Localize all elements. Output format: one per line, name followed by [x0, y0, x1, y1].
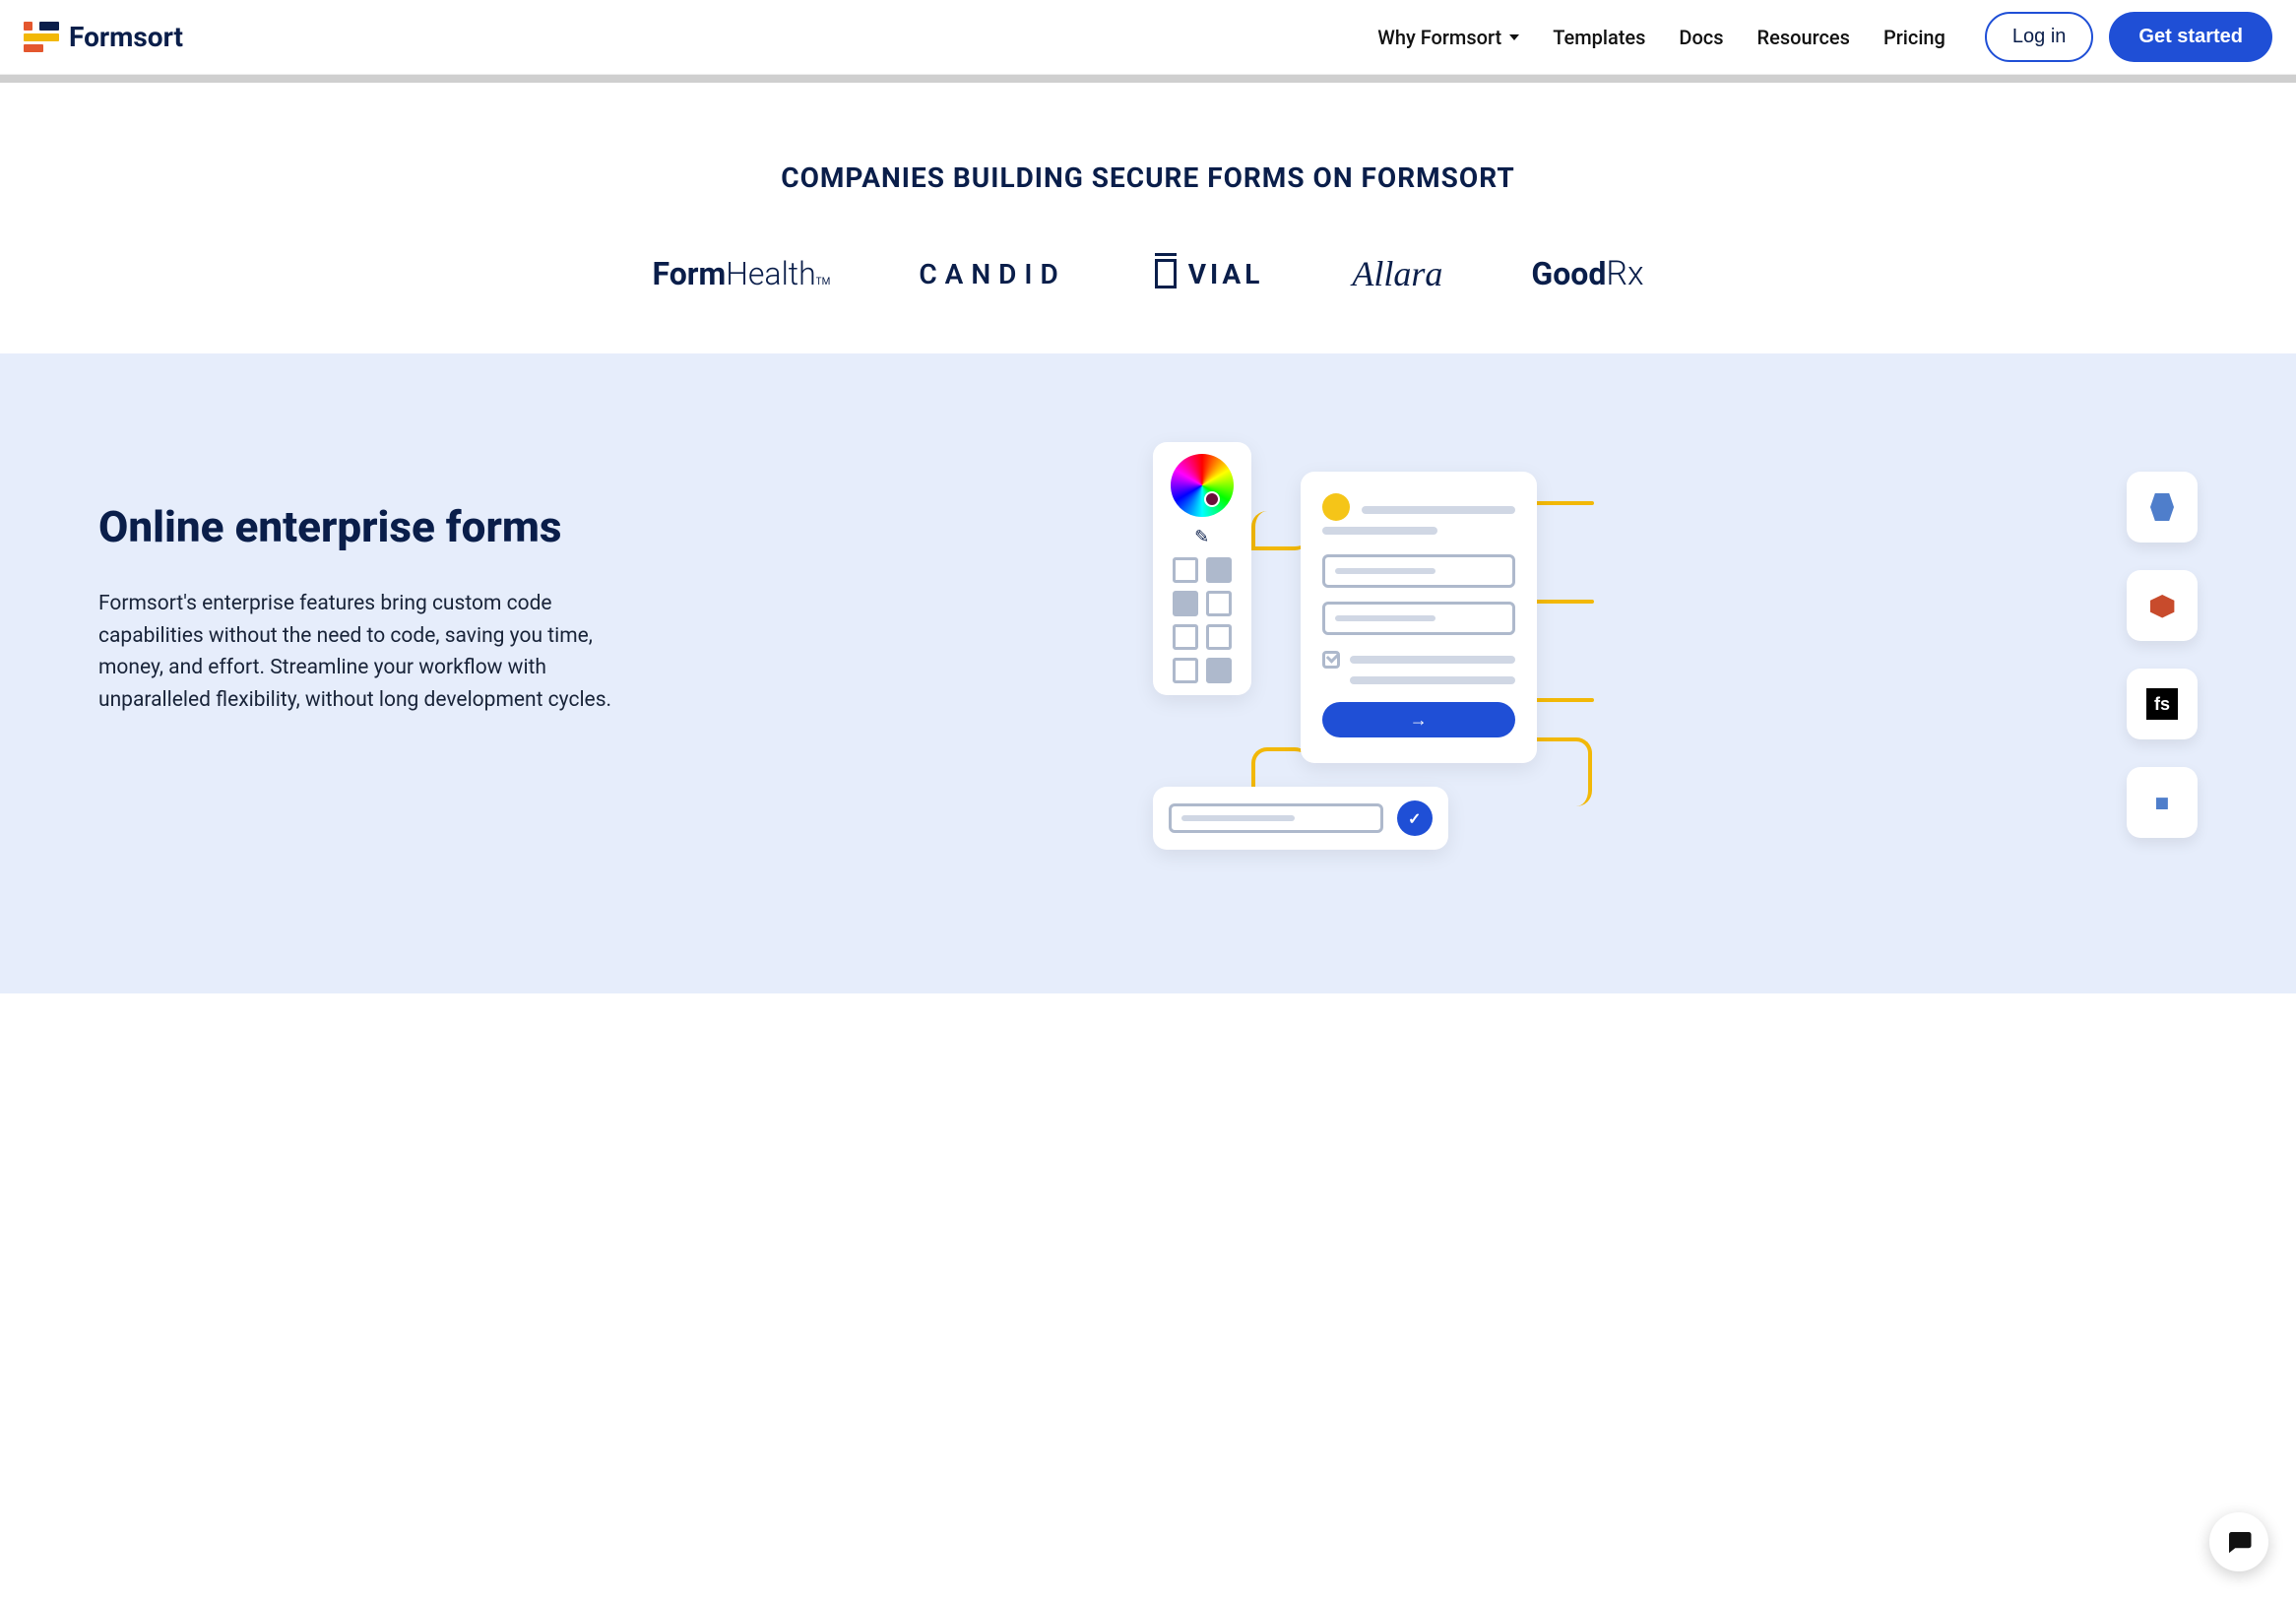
header-divider	[0, 75, 2296, 83]
nav-pricing-label: Pricing	[1883, 26, 1945, 49]
nav-resources[interactable]: Resources	[1757, 26, 1850, 49]
placeholder-line	[1335, 615, 1435, 621]
checkbox-row	[1322, 651, 1515, 669]
logo-vial-text: VIAL	[1188, 258, 1264, 290]
companies-heading: COMPANIES BUILDING SECURE FORMS ON FORMS…	[0, 161, 2296, 194]
swatch-grid	[1165, 557, 1240, 683]
nav-resources-label: Resources	[1757, 26, 1850, 49]
nav-why-formsort[interactable]: Why Formsort	[1377, 26, 1519, 49]
placeholder-line	[1350, 676, 1515, 684]
chevron-down-icon	[1509, 34, 1519, 40]
nav-docs-label: Docs	[1679, 26, 1723, 49]
connector-wire	[1535, 698, 1594, 702]
placeholder-line	[1362, 506, 1515, 514]
nav-docs[interactable]: Docs	[1679, 26, 1723, 49]
swatch	[1173, 658, 1198, 683]
logo-candid: CANDID	[919, 258, 1065, 290]
placeholder-line	[1350, 656, 1515, 664]
feature-copy: Online enterprise forms Formsort's enter…	[98, 442, 1064, 875]
vial-icon	[1155, 259, 1177, 288]
swatch	[1206, 658, 1232, 683]
checkbox-icon	[1322, 651, 1340, 669]
company-logo-row: FormHealthTM CANDID VIAL Allara GoodRx	[0, 253, 2296, 294]
form-field	[1169, 803, 1383, 833]
site-header: Formsort Why Formsort Templates Docs Res…	[0, 0, 2296, 75]
integration-tile: fs	[2127, 669, 2198, 739]
feature-section: Online enterprise forms Formsort's enter…	[0, 353, 2296, 993]
integration-icon: ◆	[2147, 788, 2177, 817]
color-picker-card: ✎	[1153, 442, 1251, 695]
swatch	[1173, 624, 1198, 650]
primary-nav: Why Formsort Templates Docs Resources Pr…	[1377, 26, 1945, 49]
get-started-button[interactable]: Get started	[2109, 12, 2272, 62]
arrow-right-icon: →	[1410, 710, 1428, 731]
integration-tile	[2127, 472, 2198, 543]
form-field	[1322, 602, 1515, 635]
companies-section: COMPANIES BUILDING SECURE FORMS ON FORMS…	[0, 83, 2296, 353]
logo-goodrx: GoodRx	[1531, 254, 1643, 293]
nav-templates[interactable]: Templates	[1553, 26, 1645, 49]
swatch	[1173, 557, 1198, 583]
swatch	[1206, 557, 1232, 583]
swatch	[1173, 591, 1198, 616]
nav-why-label: Why Formsort	[1377, 26, 1501, 49]
input-validation-card: ✓	[1153, 787, 1448, 850]
logo-formhealth-tm: TM	[816, 277, 831, 288]
chat-launcher-button[interactable]	[2209, 1512, 2268, 1571]
integration-icon	[2150, 493, 2174, 521]
connector-wire	[1535, 600, 1594, 604]
integration-tile: ⬢	[2127, 570, 2198, 641]
check-badge-icon: ✓	[1397, 800, 1433, 836]
logo-goodrx-a: Good	[1531, 255, 1606, 292]
feature-body: Formsort's enterprise features bring cus…	[98, 588, 650, 716]
login-button[interactable]: Log in	[1985, 12, 2094, 62]
form-preview-card: →	[1301, 472, 1537, 763]
logo-formhealth-b: Health	[726, 255, 815, 292]
logo-formhealth-a: Form	[652, 255, 726, 292]
feature-illustration: ✎	[1104, 442, 2198, 875]
logo-mark-icon	[24, 20, 59, 55]
logo-vial: VIAL	[1155, 258, 1264, 290]
chat-icon	[2224, 1527, 2254, 1557]
brand-name: Formsort	[69, 21, 183, 53]
feature-title: Online enterprise forms	[98, 501, 1064, 552]
logo-formhealth: FormHealthTM	[652, 255, 830, 292]
submit-pill: →	[1322, 702, 1515, 737]
logo-allara: Allara	[1352, 253, 1442, 294]
color-wheel-icon	[1171, 454, 1234, 517]
swatch	[1206, 624, 1232, 650]
logo-goodrx-b: Rx	[1606, 254, 1643, 293]
placeholder-line	[1335, 568, 1435, 574]
nav-pricing[interactable]: Pricing	[1883, 26, 1945, 49]
integration-icon: fs	[2146, 688, 2178, 720]
nav-templates-label: Templates	[1553, 26, 1645, 49]
connector-wire	[1535, 501, 1594, 505]
form-field	[1322, 554, 1515, 588]
swatch	[1206, 591, 1232, 616]
integration-icon: ⬢	[2147, 590, 2176, 622]
brand-logo[interactable]: Formsort	[24, 20, 183, 55]
placeholder-line	[1181, 815, 1295, 821]
placeholder-line	[1322, 527, 1438, 535]
avatar-dot-icon	[1322, 493, 1350, 521]
integration-tile: ◆	[2127, 767, 2198, 838]
auth-actions: Log in Get started	[1985, 12, 2272, 62]
eyedropper-icon: ✎	[1165, 527, 1240, 547]
